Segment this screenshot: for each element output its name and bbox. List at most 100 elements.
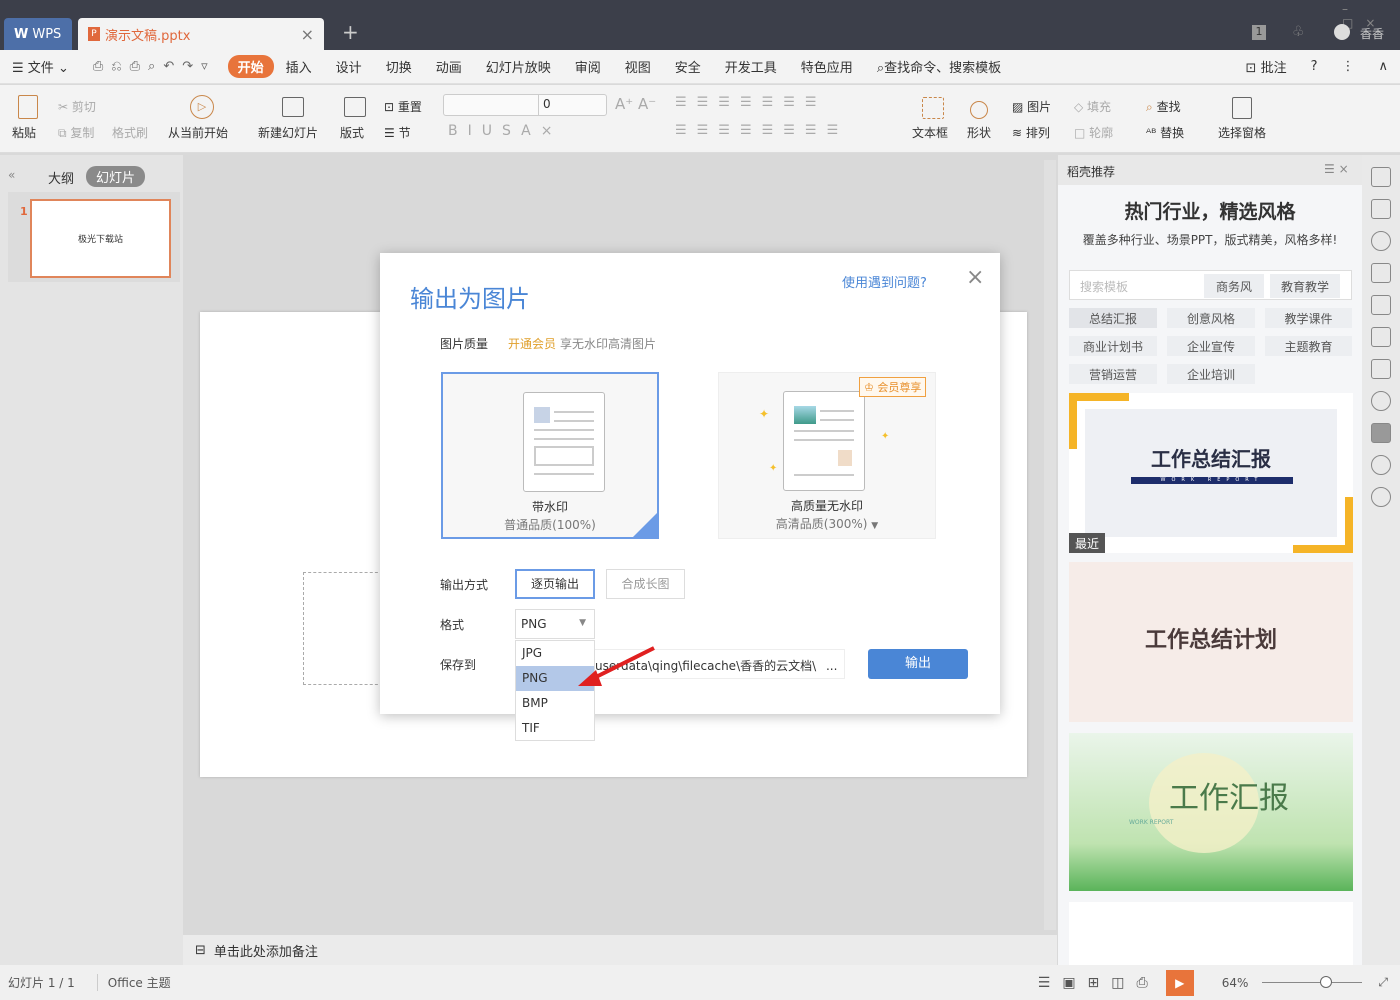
tab-security[interactable]: 安全 — [663, 57, 713, 76]
font-size-select[interactable]: 0 — [538, 94, 607, 116]
tab-insert[interactable]: 插入 — [274, 57, 324, 76]
text-placeholder[interactable] — [303, 572, 383, 685]
help-button[interactable]: ? — [1299, 59, 1330, 74]
collapse-panel-icon[interactable]: « — [8, 168, 15, 182]
comment-button[interactable]: ⊡ 批注 — [1234, 57, 1299, 76]
help-link[interactable]: 使用遇到问题? — [842, 272, 927, 291]
shape-icon[interactable] — [1371, 231, 1391, 251]
format-option-tif[interactable]: TIF — [516, 716, 594, 741]
textbox-button[interactable]: 文本框 — [912, 124, 948, 141]
outline-button[interactable]: □ 轮廓 — [1074, 124, 1113, 141]
template-icon[interactable] — [1371, 423, 1391, 443]
document-tab[interactable]: P 演示文稿.pptx × — [78, 18, 324, 50]
selection-pane-button[interactable]: 选择窗格 — [1218, 124, 1266, 141]
history-icon[interactable] — [1371, 455, 1391, 475]
copy-button[interactable]: ⧉ 复制 — [58, 124, 94, 141]
slides-tab[interactable]: 幻灯片 — [86, 166, 146, 187]
picture-button[interactable]: ▨ 图片 — [1012, 98, 1051, 115]
panel-title[interactable]: 稻壳推荐 — [1067, 163, 1115, 180]
collapse-ribbon-icon[interactable]: ∧ — [1366, 59, 1400, 74]
dialog-close-icon[interactable]: × — [966, 265, 984, 290]
new-tab-button[interactable]: + — [342, 20, 359, 44]
layout-button[interactable]: 版式 — [340, 124, 364, 141]
zoom-level[interactable]: 64% — [1222, 976, 1249, 990]
wps-home-tab[interactable]: W WPS — [4, 18, 72, 50]
skin-icon[interactable]: ♧ — [1292, 24, 1305, 40]
tab-developer[interactable]: 开发工具 — [713, 57, 789, 76]
settings-sliders-icon[interactable] — [1371, 295, 1391, 315]
outline-tab[interactable]: 大纲 — [48, 168, 74, 187]
tab-view[interactable]: 视图 — [613, 57, 663, 76]
tab-animation[interactable]: 动画 — [424, 57, 474, 76]
paste-button[interactable]: 粘贴 — [12, 124, 36, 141]
template-card[interactable] — [1069, 902, 1353, 965]
play-from-current-button[interactable]: 从当前开始 — [168, 124, 228, 141]
tag[interactable]: 创意风格 — [1167, 308, 1255, 328]
notes-bar[interactable]: ⊟ 单击此处添加备注 — [183, 935, 1057, 965]
option-subtitle[interactable]: 高清品质(300%) ▼ — [719, 515, 935, 532]
panel-close-icon[interactable]: ☰ × — [1324, 162, 1349, 176]
fill-button[interactable]: ◇ 填充 — [1074, 98, 1111, 115]
browse-button[interactable]: ... — [826, 659, 837, 673]
format-painter-button[interactable]: 格式刷 — [112, 124, 148, 141]
quick-tag[interactable]: 商务风 — [1204, 274, 1264, 298]
mode-long-button[interactable]: 合成长图 — [606, 569, 685, 599]
zoom-slider[interactable] — [1262, 976, 1363, 988]
notification-badge[interactable]: 1 — [1252, 25, 1266, 40]
quality-option-hd[interactable]: ✦ ✦ ✦ ♔ 会员尊享 高质量无水印 高清品质(300%) ▼ — [718, 372, 936, 539]
tab-slideshow[interactable]: 幻灯片放映 — [474, 57, 563, 76]
tab-review[interactable]: 审阅 — [563, 57, 613, 76]
fit-window-icon[interactable]: ⤢ — [1378, 975, 1388, 990]
user-name[interactable]: 香香 — [1360, 25, 1384, 42]
image-library-icon[interactable] — [1371, 327, 1391, 347]
vertical-scrollbar[interactable] — [1044, 160, 1056, 930]
template-card[interactable]: 工作总结汇报 WORK REPORT 最近 — [1069, 393, 1353, 553]
tag[interactable]: 企业宣传 — [1167, 336, 1255, 356]
font-size-buttons[interactable]: A⁺ A⁻ — [615, 95, 656, 113]
alignment-buttons[interactable]: ☰☰☰☰☰☰☰☰ — [675, 123, 848, 138]
template-card[interactable]: 工作总结计划 — [1069, 562, 1353, 722]
tag[interactable]: 主题教育 — [1265, 336, 1352, 356]
image-icon[interactable] — [1371, 359, 1391, 379]
file-menu[interactable]: ☰ 文件 ⌄ — [0, 57, 81, 76]
quick-access-toolbar[interactable]: ⎙⎌⎙⌕↶↷▿ — [81, 59, 228, 74]
text-format-buttons[interactable]: BIUSA× — [448, 123, 562, 139]
find-button[interactable]: ⌕ 查找 — [1146, 98, 1181, 115]
slide-switch-icon[interactable] — [1371, 199, 1391, 219]
paragraph-buttons[interactable]: ☰☰☰☰☰☰☰ — [675, 95, 827, 110]
play-slideshow-button[interactable]: ▶ — [1165, 969, 1194, 996]
tag[interactable]: 营销运营 — [1069, 364, 1157, 384]
help-icon[interactable] — [1371, 487, 1391, 507]
command-search[interactable]: ⌕查找命令、搜索模板 — [865, 57, 1013, 76]
more-icon[interactable]: ⋮ — [1329, 59, 1366, 74]
audio-icon[interactable] — [1371, 391, 1391, 411]
user-avatar[interactable] — [1334, 24, 1350, 40]
shape-button[interactable]: 形状 — [967, 124, 991, 141]
quick-tag[interactable]: 教育教学 — [1270, 274, 1340, 298]
tab-transition[interactable]: 切换 — [374, 57, 424, 76]
replace-button[interactable]: ᴬᴮ 替换 — [1146, 124, 1184, 141]
tag[interactable]: 企业培训 — [1167, 364, 1255, 384]
quality-option-watermark[interactable]: 带水印 普通品质(100%) — [441, 372, 659, 539]
text-style-icon[interactable] — [1371, 263, 1391, 283]
tag[interactable]: 总结汇报 — [1069, 308, 1157, 328]
cut-button[interactable]: ✂ 剪切 — [58, 98, 96, 115]
reset-button[interactable]: ⊡ 重置 — [384, 98, 422, 115]
format-select[interactable]: PNG ▼ — [515, 609, 595, 639]
tab-design[interactable]: 设计 — [324, 57, 374, 76]
new-slide-button[interactable]: 新建幻灯片 — [258, 124, 318, 141]
tag[interactable]: 教学课件 — [1265, 308, 1352, 328]
tab-special[interactable]: 特色应用 — [789, 57, 865, 76]
arrange-button[interactable]: ≋ 排列 — [1012, 124, 1050, 141]
section-button[interactable]: ☰ 节 — [384, 124, 411, 141]
star-icon[interactable] — [1371, 167, 1391, 187]
vip-link[interactable]: 开通会员 — [508, 335, 556, 352]
tab-start[interactable]: 开始 — [227, 55, 274, 78]
slide-thumbnail[interactable]: 极光下载站 — [30, 199, 171, 278]
zoom-slider-handle[interactable] — [1320, 976, 1333, 988]
export-button[interactable]: 输出 — [868, 649, 968, 679]
view-buttons[interactable]: ☰▣⊞◫⎙ — [1038, 975, 1160, 991]
tag[interactable]: 商业计划书 — [1069, 336, 1157, 356]
template-card[interactable]: 工作汇报 WORK REPORT — [1069, 733, 1353, 891]
close-tab-icon[interactable]: × — [301, 25, 314, 44]
